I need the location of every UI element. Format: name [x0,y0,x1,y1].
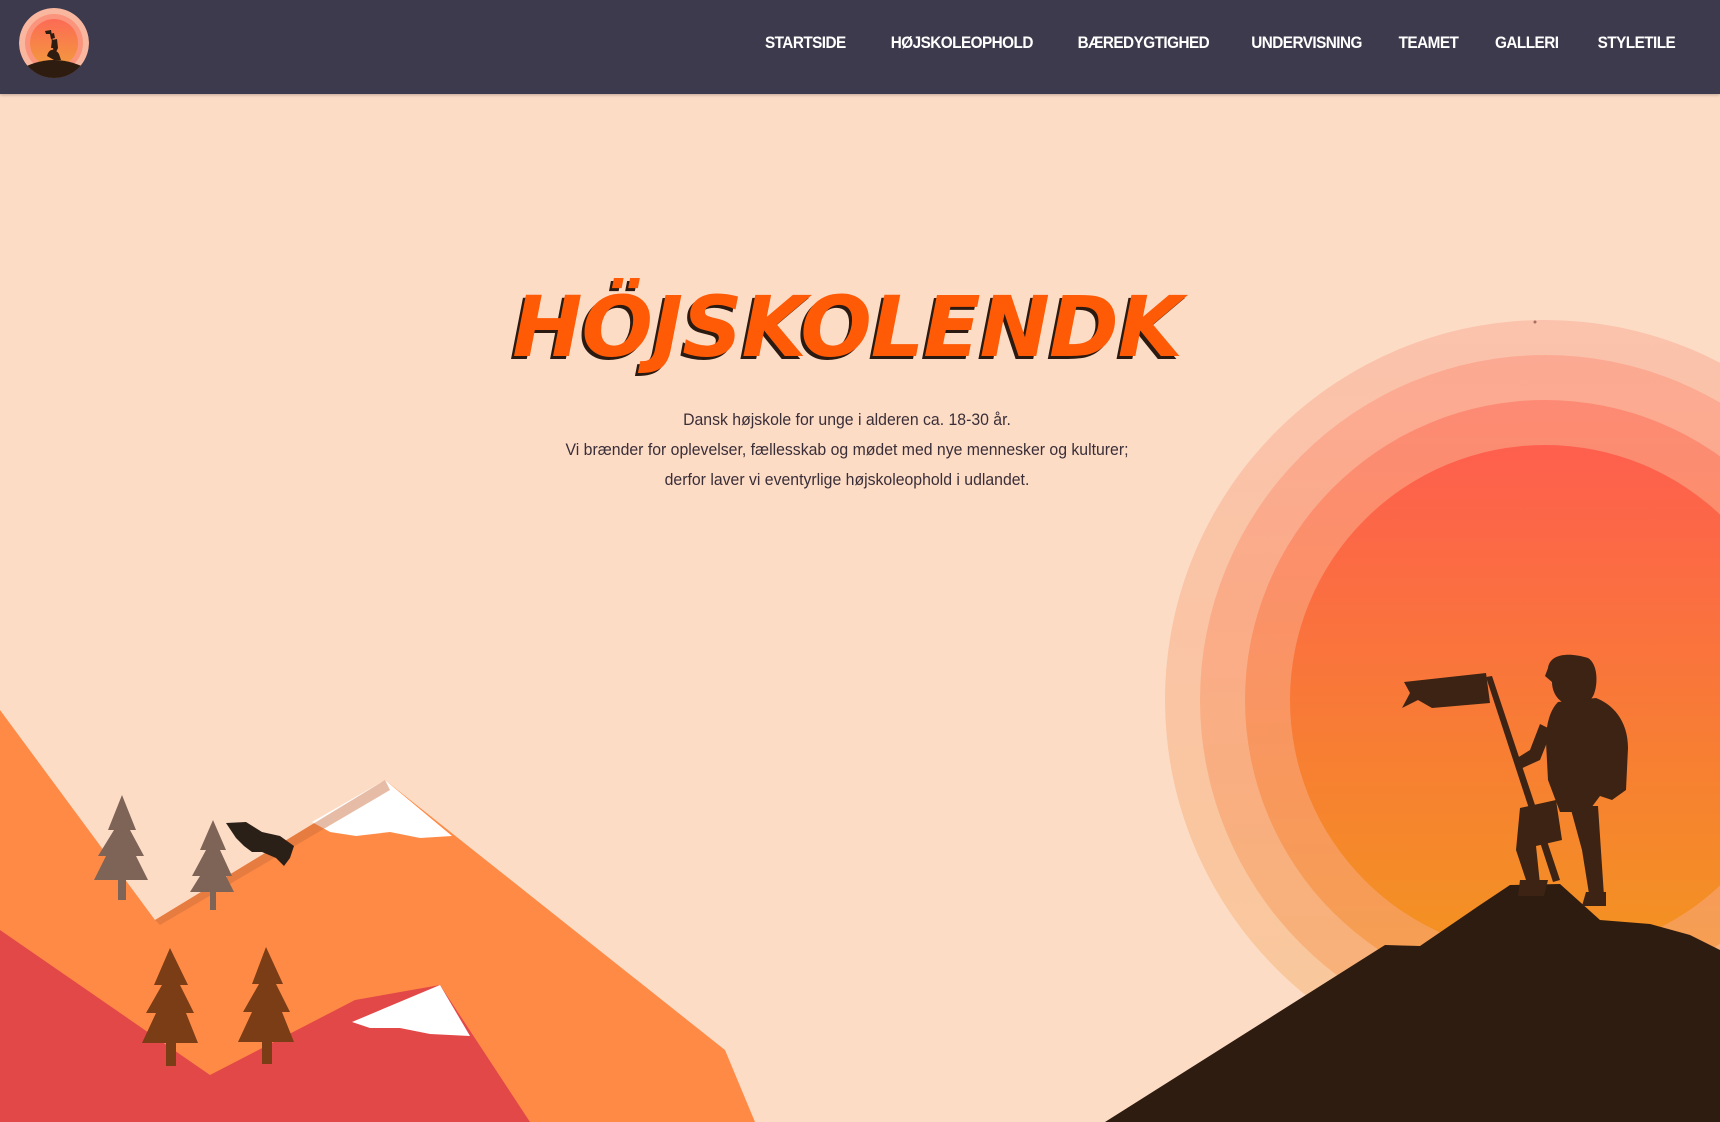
nav-item-hojskoleophold[interactable]: HØJSKOLEOPHOLD [891,33,1034,53]
nav-item-undervisning[interactable]: UNDERVISNING [1252,33,1363,53]
nav-item-baeredygtighed[interactable]: BÆREDYGTIGHED [1078,33,1210,53]
home-logo-link[interactable] [19,8,89,78]
hiker-sunset-logo-icon [19,8,89,78]
hero-line: Dansk højskole for unge i alderen ca. 18… [683,410,1011,429]
nav-item-galleri[interactable]: GALLERI [1495,33,1559,53]
page-title: HÖJSKOLENDK [512,278,1183,376]
nav-item-styletile[interactable]: STYLETILE [1597,33,1675,53]
nav-item-teamet[interactable]: TEAMET [1399,33,1459,53]
top-navigation: STARTSIDE HØJSKOLEOPHOLD BÆREDYGTIGHED U… [0,0,1720,94]
nav-item-startside[interactable]: STARTSIDE [765,33,846,53]
hero-line: derfor laver vi eventyrlige højskoleopho… [664,470,1030,489]
mountains-icon [0,710,755,1122]
hero-illustration [0,320,1720,1122]
hero-line: Vi brænder for oplevelser, fællesskab og… [565,440,1129,459]
main-menu: STARTSIDE HØJSKOLEOPHOLD BÆREDYGTIGHED U… [726,0,1676,86]
hero-description: Dansk højskole for unge i alderen ca. 18… [0,405,1694,495]
